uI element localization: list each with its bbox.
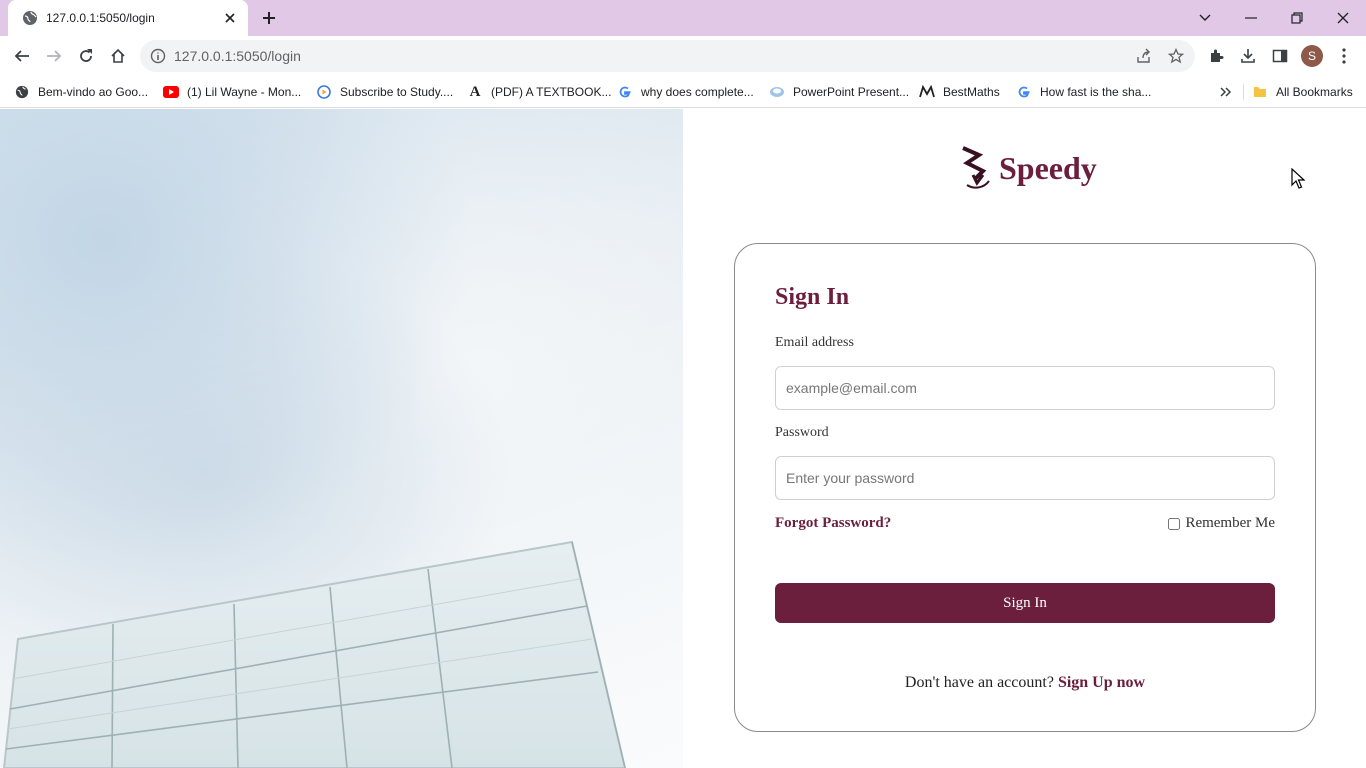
- profile-avatar[interactable]: S: [1301, 45, 1323, 67]
- remember-me-checkbox[interactable]: [1168, 517, 1181, 530]
- close-tab-icon[interactable]: [222, 10, 238, 26]
- reload-icon[interactable]: [74, 44, 98, 68]
- side-panel-icon[interactable]: [1268, 44, 1292, 68]
- extensions-icon[interactable]: [1204, 44, 1228, 68]
- forgot-password-link[interactable]: Forgot Password?: [775, 515, 891, 532]
- signin-button[interactable]: Sign In: [775, 583, 1275, 623]
- minimize-icon[interactable]: [1239, 6, 1263, 30]
- globe-icon: [14, 84, 30, 100]
- tab-title: 127.0.0.1:5050/login: [46, 11, 155, 25]
- academia-icon: A: [469, 83, 481, 100]
- tab-search-icon[interactable]: [1193, 6, 1217, 30]
- bookmarks-bar: Bem-vindo ao Goo... (1) Lil Wayne - Mon.…: [0, 76, 1366, 108]
- download-icon[interactable]: [1236, 44, 1260, 68]
- play-circle-icon: [316, 84, 332, 100]
- folder-icon: [1252, 84, 1268, 100]
- bookmark-item[interactable]: Bem-vindo ao Goo...: [14, 83, 148, 101]
- home-icon[interactable]: [106, 44, 130, 68]
- bookmark-item[interactable]: PowerPoint Present...: [769, 83, 909, 101]
- address-bar[interactable]: 127.0.0.1:5050/login: [140, 40, 1195, 72]
- google-icon: [1016, 84, 1032, 100]
- menu-icon[interactable]: [1332, 44, 1356, 68]
- bookmarks-divider: [1243, 84, 1244, 100]
- bestmaths-icon: [919, 84, 935, 100]
- close-window-icon[interactable]: [1331, 6, 1355, 30]
- bookmark-label: How fast is the sha...: [1040, 85, 1152, 99]
- bookmark-item[interactable]: Subscribe to Study....: [316, 83, 453, 101]
- bookmark-label: why does complete...: [641, 85, 754, 99]
- bookmark-label: Subscribe to Study....: [340, 85, 454, 99]
- bookmark-label: (1) Lil Wayne - Mon...: [187, 85, 302, 99]
- browser-tab[interactable]: 127.0.0.1:5050/login: [8, 0, 248, 36]
- signin-title: Sign In: [775, 284, 850, 310]
- browser-toolbar: 127.0.0.1:5050/login S: [0, 36, 1366, 76]
- google-icon: [617, 84, 633, 100]
- brand: Speedy: [959, 145, 1097, 191]
- back-icon[interactable]: [10, 44, 34, 68]
- remember-me-label: Remember Me: [1185, 515, 1275, 531]
- signin-card: Sign In Email address Password Forgot Pa…: [734, 243, 1316, 732]
- email-field[interactable]: [775, 366, 1275, 410]
- bookmarks-overflow-icon[interactable]: [1220, 83, 1232, 101]
- forward-icon[interactable]: [42, 44, 66, 68]
- remember-me[interactable]: Remember Me: [1168, 515, 1275, 532]
- password-field[interactable]: [775, 456, 1275, 500]
- all-bookmarks-button[interactable]: All Bookmarks: [1252, 83, 1353, 101]
- globe-icon: [22, 10, 38, 26]
- mouse-cursor-icon: [1291, 168, 1305, 189]
- bookmark-item[interactable]: why does complete...: [617, 83, 754, 101]
- bookmark-item[interactable]: (1) Lil Wayne - Mon...: [163, 83, 301, 101]
- slides-icon: [769, 84, 785, 100]
- tab-strip: 127.0.0.1:5050/login: [0, 0, 1366, 36]
- building-illustration: [2, 540, 627, 768]
- signup-link[interactable]: Sign Up now: [1058, 674, 1145, 691]
- bookmark-label: Bem-vindo ao Goo...: [38, 85, 149, 99]
- restore-icon[interactable]: [1285, 6, 1309, 30]
- bookmark-label: PowerPoint Present...: [793, 85, 910, 99]
- bookmark-item[interactable]: A (PDF) A TEXTBOOK...: [467, 83, 612, 101]
- url-text: 127.0.0.1:5050/login: [174, 48, 301, 64]
- login-page: Speedy Sign In Email address Password Fo…: [0, 109, 1366, 768]
- brand-name: Speedy: [999, 149, 1097, 186]
- info-icon[interactable]: [150, 48, 166, 64]
- signup-prompt: Don't have an account? Sign Up now: [735, 674, 1315, 692]
- share-icon[interactable]: [1134, 46, 1154, 66]
- bookmark-label: BestMaths: [943, 85, 1000, 99]
- hero-image: [0, 109, 683, 768]
- all-bookmarks-label: All Bookmarks: [1276, 85, 1353, 99]
- bookmark-item[interactable]: How fast is the sha...: [1016, 83, 1151, 101]
- youtube-icon: [163, 84, 179, 100]
- password-label: Password: [775, 425, 829, 440]
- new-tab-button[interactable]: [258, 8, 280, 28]
- login-panel: Speedy Sign In Email address Password Fo…: [683, 109, 1366, 768]
- bookmark-item[interactable]: BestMaths: [919, 83, 1000, 101]
- speedy-logo-icon: [962, 146, 990, 189]
- email-label: Email address: [775, 335, 854, 350]
- signup-prompt-text: Don't have an account?: [904, 674, 1054, 691]
- bookmark-label: (PDF) A TEXTBOOK...: [491, 85, 612, 99]
- star-icon[interactable]: [1166, 46, 1186, 66]
